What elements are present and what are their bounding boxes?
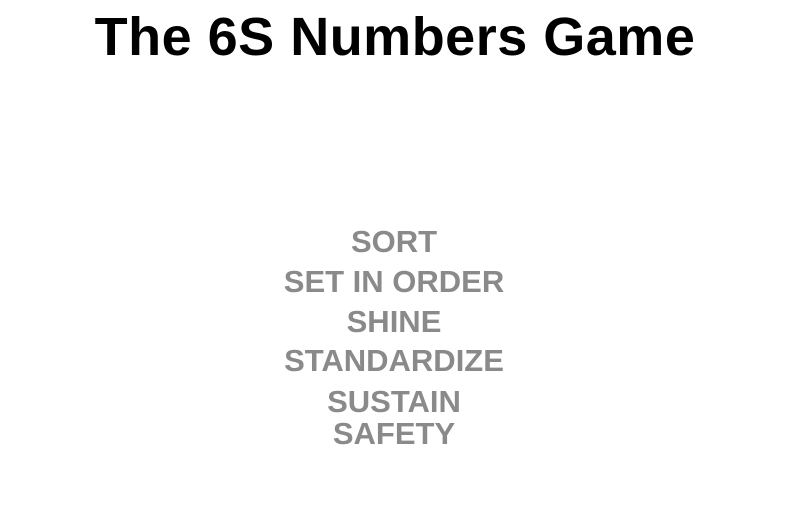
list-item-sustain: SUSTAIN	[327, 384, 461, 419]
list-item-safety: SAFETY	[332, 416, 456, 451]
list-item-set-in-order: SET IN ORDER	[283, 264, 505, 299]
six-s-list: SORT SET IN ORDER SHINE STANDARDIZE SUST…	[0, 0, 788, 505]
list-item-sort: SORT	[350, 224, 438, 259]
list-item-shine: SHINE	[346, 304, 442, 339]
list-item-standardize: STANDARDIZE	[284, 343, 504, 378]
